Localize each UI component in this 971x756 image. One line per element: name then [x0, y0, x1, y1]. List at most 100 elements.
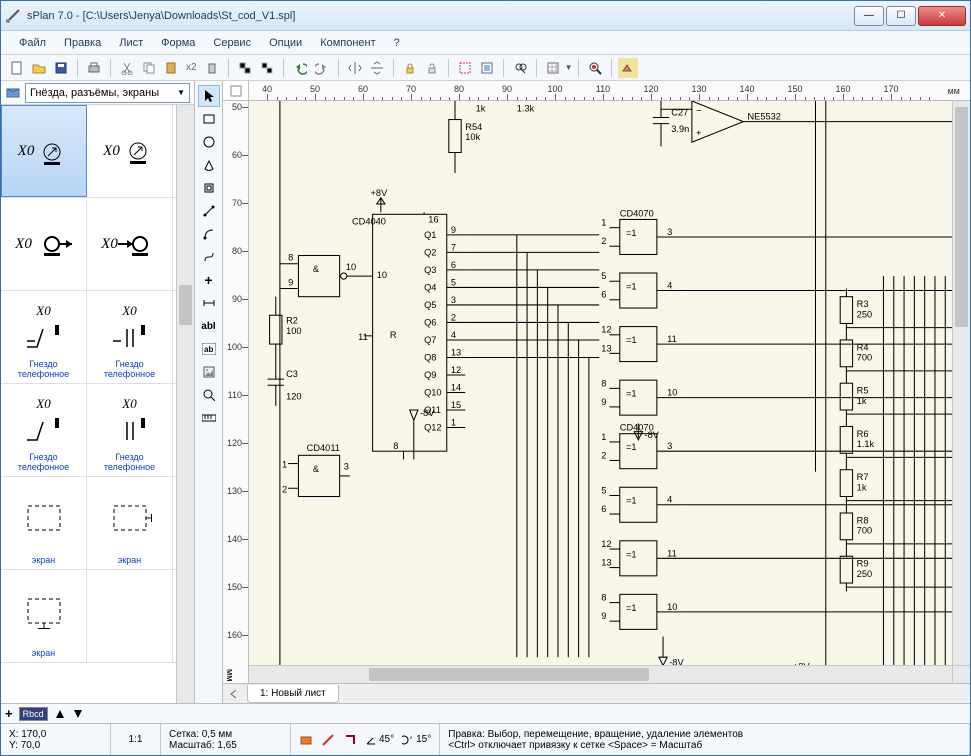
tool-measure[interactable]: [198, 407, 220, 429]
sb-tool-rect[interactable]: [299, 733, 313, 747]
cut-button[interactable]: [117, 58, 137, 78]
ruler-vertical: мм 5060708090100110120130140150160: [223, 101, 249, 683]
unlock-button[interactable]: [422, 58, 442, 78]
svg-text:12: 12: [601, 325, 611, 335]
sheet-tab[interactable]: 1: Новый лист: [247, 685, 339, 703]
bottom-toolbar: + Rbcd: [1, 703, 970, 723]
paste-button[interactable]: [161, 58, 181, 78]
copy-button[interactable]: [139, 58, 159, 78]
select-area-button[interactable]: [455, 58, 475, 78]
library-category-select[interactable]: Гнёзда, разъёмы, экраны ▼: [25, 83, 190, 103]
tool-node[interactable]: +: [198, 269, 220, 291]
snap-mode-button[interactable]: Rbcd: [19, 707, 48, 721]
library-item[interactable]: X0 Гнездо телефонное: [1, 384, 87, 476]
list-button[interactable]: [477, 58, 497, 78]
svg-text:1k: 1k: [857, 396, 867, 406]
svg-text:C3: C3: [286, 369, 298, 379]
library-item[interactable]: [87, 570, 173, 662]
library-item[interactable]: X0: [1, 198, 87, 290]
svg-text:=1: =1: [626, 496, 637, 506]
tool-dimension[interactable]: [198, 292, 220, 314]
tool-pointer[interactable]: [198, 85, 220, 107]
svg-text:10: 10: [667, 388, 677, 398]
group-button[interactable]: [235, 58, 255, 78]
tool-rect[interactable]: [198, 108, 220, 130]
menu-sheet[interactable]: Лист: [111, 34, 151, 52]
canvas-v-scrollbar[interactable]: [952, 101, 970, 665]
library-item[interactable]: экран: [87, 477, 173, 569]
library-item[interactable]: экран: [1, 477, 87, 569]
tool-zoom[interactable]: [198, 384, 220, 406]
tool-textblock[interactable]: ab: [198, 338, 220, 360]
svg-text:R4: R4: [857, 342, 869, 352]
undo-button[interactable]: [290, 58, 310, 78]
library-item[interactable]: X0 Гнездо телефонное: [87, 291, 173, 383]
library-item[interactable]: экран: [1, 570, 87, 662]
library-item[interactable]: X0: [87, 105, 173, 197]
minimize-button[interactable]: —: [854, 6, 884, 26]
close-button[interactable]: ✕: [918, 6, 966, 26]
tool-circle[interactable]: [198, 131, 220, 153]
svg-text:Q12: Q12: [424, 423, 441, 433]
print-button[interactable]: [84, 58, 104, 78]
menu-component[interactable]: Компонент: [312, 34, 383, 52]
zoom-button[interactable]: [585, 58, 605, 78]
snap-plus-icon[interactable]: +: [5, 706, 13, 721]
library-grid[interactable]: X0 X0 X0 X0 X0 Г: [1, 105, 194, 703]
svg-text:3.9n: 3.9n: [671, 124, 689, 134]
grid-button[interactable]: [543, 58, 563, 78]
tool-curve[interactable]: [198, 223, 220, 245]
tool-line[interactable]: [198, 200, 220, 222]
svg-text:4: 4: [667, 495, 672, 505]
tab-nav-left[interactable]: [227, 687, 241, 701]
ungroup-button[interactable]: [257, 58, 277, 78]
library-item[interactable]: X0 Гнездо телефонное: [87, 384, 173, 476]
snap-down-icon[interactable]: [72, 708, 84, 720]
maximize-button[interactable]: ☐: [886, 6, 916, 26]
tool-image[interactable]: [198, 361, 220, 383]
library-item[interactable]: X0: [1, 105, 87, 197]
tool-text[interactable]: abI: [198, 315, 220, 337]
menu-help[interactable]: ?: [386, 34, 408, 52]
library-item[interactable]: X0 Гнездо телефонное: [1, 291, 87, 383]
open-button[interactable]: [29, 58, 49, 78]
mirror-h-button[interactable]: [345, 58, 365, 78]
svg-text:Q9: Q9: [424, 370, 436, 380]
snap-up-icon[interactable]: [54, 708, 66, 720]
library-category-text: Гнёзда, разъёмы, экраны: [30, 87, 159, 99]
svg-text:Q3: Q3: [424, 265, 436, 275]
status-hint: Правка: Выбор, перемещение, вращение, уд…: [440, 724, 970, 755]
mirror-v-button[interactable]: [367, 58, 387, 78]
library-scrollbar[interactable]: [176, 105, 194, 703]
dropdown-icon[interactable]: ▼: [565, 63, 573, 72]
sb-tool-poly[interactable]: [343, 733, 357, 747]
sb-angle2[interactable]: 15°: [402, 734, 431, 746]
tool-polygon[interactable]: [198, 154, 220, 176]
sb-angle1[interactable]: 45°: [365, 734, 394, 746]
menu-options[interactable]: Опции: [261, 34, 310, 52]
sb-tool-line[interactable]: [321, 733, 335, 747]
search-button[interactable]: [510, 58, 530, 78]
save-button[interactable]: [51, 58, 71, 78]
menu-bar: Файл Правка Лист Форма Сервис Опции Комп…: [1, 31, 970, 55]
menu-form[interactable]: Форма: [153, 34, 203, 52]
canvas-h-scrollbar[interactable]: [249, 665, 952, 683]
tool-special[interactable]: [198, 177, 220, 199]
svg-text:16: 16: [428, 215, 438, 225]
svg-text:R5: R5: [857, 386, 869, 396]
redo-button[interactable]: [312, 58, 332, 78]
menu-service[interactable]: Сервис: [205, 34, 259, 52]
svg-text:10: 10: [667, 602, 677, 612]
menu-file[interactable]: Файл: [11, 34, 54, 52]
svg-text:Q10: Q10: [424, 388, 441, 398]
svg-text:15: 15: [451, 400, 461, 410]
menu-edit[interactable]: Правка: [56, 34, 109, 52]
misc-button[interactable]: [618, 58, 638, 78]
schematic-canvas[interactable]: 1k 1.3k R54 10k C27: [249, 101, 970, 683]
lock-button[interactable]: [400, 58, 420, 78]
delete-button[interactable]: [202, 58, 222, 78]
new-button[interactable]: [7, 58, 27, 78]
tool-bezier[interactable]: [198, 246, 220, 268]
svg-text:3: 3: [344, 462, 349, 472]
library-item[interactable]: X0: [87, 198, 173, 290]
